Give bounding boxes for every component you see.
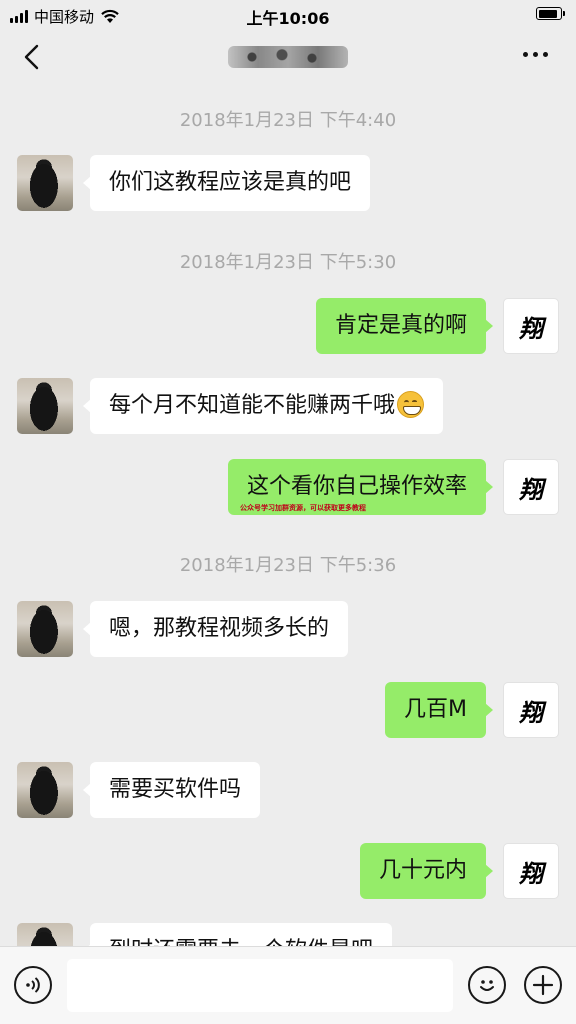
avatar[interactable]: 翔 — [503, 843, 559, 899]
contact-name — [200, 46, 376, 72]
message-text: 每个月不知道能不能赚两千哦 — [109, 393, 396, 418]
message-row: 每个月不知道能不能赚两千哦 — [0, 378, 576, 434]
contact-avatar-photo — [17, 155, 73, 211]
message-row: 到时还需要去一个软件是吧 — [0, 923, 576, 946]
avatar[interactable] — [17, 762, 73, 818]
input-bar — [0, 946, 576, 1024]
contact-avatar-photo — [17, 378, 73, 434]
message-bubble[interactable]: 每个月不知道能不能赚两千哦 — [82, 378, 444, 434]
message-bubble[interactable]: 肯定是真的啊 — [315, 298, 494, 354]
battery-icon — [536, 7, 565, 20]
chevron-left-icon[interactable] — [18, 42, 48, 72]
message-bubble[interactable]: 到时还需要去一个软件是吧 — [82, 923, 393, 946]
contact-avatar-photo — [17, 762, 73, 818]
contact-avatar-photo — [17, 601, 73, 657]
status-bar: 中国移动 上午10:06 — [0, 0, 576, 30]
avatar[interactable]: 翔 — [503, 298, 559, 354]
watermark-text: 公众号学习加群资源，可以获取更多教程 — [240, 504, 366, 512]
ellipsis-icon[interactable] — [519, 48, 552, 61]
avatar[interactable] — [17, 601, 73, 657]
voice-icon[interactable] — [14, 966, 52, 1004]
avatar[interactable] — [17, 923, 73, 946]
message-row: 几十元内 翔 — [0, 843, 576, 899]
message-row: 肯定是真的啊 翔 — [0, 298, 576, 354]
message-bubble[interactable]: 你们这教程应该是真的吧 — [82, 155, 371, 211]
grin-emoji-icon — [397, 390, 425, 418]
plus-icon[interactable] — [524, 966, 562, 1004]
my-avatar-glyph: 翔 — [519, 474, 543, 504]
message-row: 你们这教程应该是真的吧 — [0, 155, 576, 211]
timestamp: 2018年1月23日 下午4:40 — [179, 110, 397, 131]
message-row: 几百M 翔 — [0, 682, 576, 738]
message-row: 需要买软件吗 — [0, 762, 576, 818]
avatar[interactable]: 翔 — [503, 682, 559, 738]
message-bubble[interactable]: 几百M — [385, 682, 493, 738]
contact-avatar-photo — [17, 923, 73, 946]
timestamp: 2018年1月23日 下午5:36 — [179, 555, 397, 576]
smiley-icon[interactable] — [468, 966, 506, 1004]
message-row: 这个看你自己操作效率 公众号学习加群资源，可以获取更多教程 翔 — [0, 459, 576, 515]
avatar[interactable] — [17, 378, 73, 434]
timestamp: 2018年1月23日 下午5:30 — [179, 252, 397, 273]
message-bubble[interactable]: 嗯，那教程视频多长的 — [82, 601, 349, 657]
nav-bar — [0, 30, 576, 88]
message-list[interactable]: 2018年1月23日 下午4:40 你们这教程应该是真的吧 2018年1月23日… — [0, 88, 576, 946]
my-avatar-glyph: 翔 — [519, 697, 543, 727]
message-row: 嗯，那教程视频多长的 — [0, 601, 576, 657]
message-bubble[interactable]: 需要买软件吗 — [82, 762, 261, 818]
battery-level — [538, 9, 557, 18]
status-time: 上午10:06 — [246, 9, 330, 28]
message-input[interactable] — [67, 959, 453, 1012]
avatar[interactable] — [17, 155, 73, 211]
message-bubble[interactable]: 几十元内 — [359, 843, 494, 899]
avatar[interactable]: 翔 — [503, 459, 559, 515]
redacted-name — [228, 46, 348, 68]
chat-screen: 中国移动 上午10:06 2018年1月23日 下午4:40 你们这教程应该是真… — [0, 0, 576, 1024]
my-avatar-glyph: 翔 — [519, 313, 543, 343]
my-avatar-glyph: 翔 — [519, 858, 543, 888]
